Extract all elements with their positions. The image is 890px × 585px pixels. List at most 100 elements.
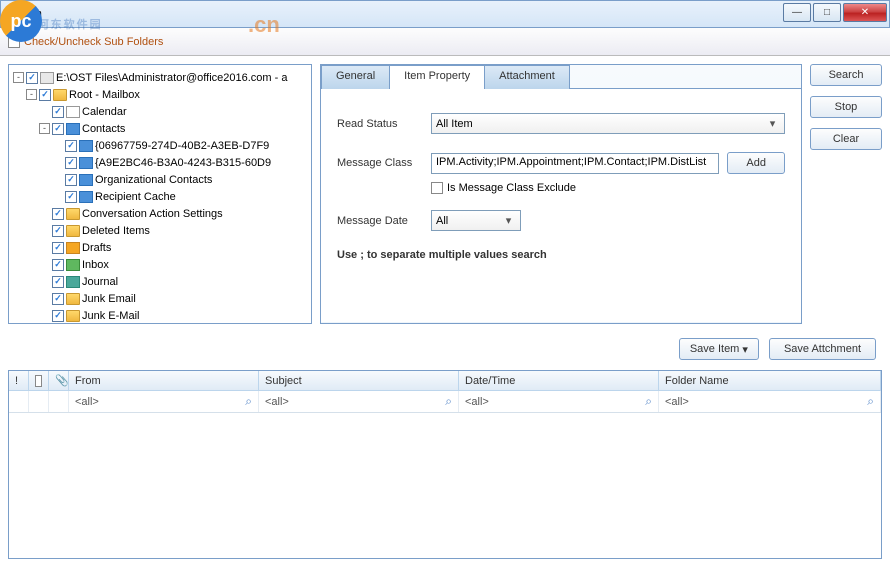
search-button[interactable]: Search	[810, 64, 882, 86]
tree-item[interactable]: -✓ E:\OST Files\Administrator@office2016.…	[13, 69, 307, 86]
toolbar: Check/Uncheck Sub Folders	[0, 28, 890, 56]
tree-label: {A9E2BC46-B3A0-4243-B315-60D9	[95, 157, 271, 169]
save-item-button[interactable]: Save Item ▾	[679, 338, 759, 360]
tree-checkbox[interactable]: ✓	[65, 174, 77, 186]
clear-button[interactable]: Clear	[810, 128, 882, 150]
hint-text: Use ; to separate multiple values search	[337, 249, 785, 261]
tree-checkbox[interactable]: ✓	[52, 106, 64, 118]
folder-icon	[66, 123, 80, 135]
folder-tree[interactable]: -✓E:\OST Files\Administrator@office2016.…	[8, 64, 312, 324]
col-from[interactable]: From	[69, 371, 259, 390]
folder-icon	[40, 72, 54, 84]
search-icon: ⌕	[445, 394, 452, 409]
filter-attach[interactable]	[49, 391, 69, 412]
tree-label: Deleted Items	[82, 225, 150, 237]
filter-importance[interactable]	[9, 391, 29, 412]
filter-doc[interactable]	[29, 391, 49, 412]
tree-item[interactable]: ✓ {A9E2BC46-B3A0-4243-B315-60D9	[13, 154, 307, 171]
tree-checkbox[interactable]: ✓	[52, 259, 64, 271]
tab-item-property[interactable]: Item Property	[389, 65, 485, 89]
search-icon: ⌕	[645, 394, 652, 409]
check-uncheck-label: Check/Uncheck Sub Folders	[24, 36, 163, 48]
tree-item[interactable]: ✓ Inbox	[13, 256, 307, 273]
col-attachment[interactable]: 📎	[49, 371, 69, 390]
folder-icon	[79, 157, 93, 169]
message-class-label: Message Class	[337, 157, 431, 169]
tab-general[interactable]: General	[321, 65, 390, 89]
add-button[interactable]: Add	[727, 152, 785, 174]
titlebar: Search — □ ✕	[0, 0, 890, 28]
results-grid[interactable]: ! 📎 From Subject Date/Time Folder Name <…	[8, 370, 882, 559]
tree-item[interactable]: ✓Recipient Cache	[13, 188, 307, 205]
chevron-down-icon: ▾	[501, 214, 516, 227]
tree-label: Inbox	[82, 259, 109, 271]
filter-from[interactable]: <all>⌕	[69, 391, 259, 412]
tree-label: Contacts	[82, 123, 125, 135]
maximize-button[interactable]: □	[813, 3, 841, 22]
tree-checkbox[interactable]: ✓	[65, 191, 77, 203]
tree-checkbox[interactable]: ✓	[26, 72, 38, 84]
col-subject[interactable]: Subject	[259, 371, 459, 390]
tree-checkbox[interactable]: ✓	[52, 242, 64, 254]
check-uncheck-checkbox[interactable]	[8, 36, 20, 48]
folder-icon	[66, 276, 80, 288]
col-folder[interactable]: Folder Name	[659, 371, 881, 390]
tree-label: E:\OST Files\Administrator@office2016.co…	[56, 72, 287, 84]
message-date-combo[interactable]: All ▾	[431, 210, 521, 231]
tree-checkbox[interactable]: ✓	[52, 276, 64, 288]
tree-checkbox[interactable]: ✓	[52, 225, 64, 237]
folder-icon	[66, 293, 80, 305]
col-date[interactable]: Date/Time	[459, 371, 659, 390]
window-title: Search	[7, 8, 42, 20]
tree-item[interactable]: ✓Drafts	[13, 239, 307, 256]
tree-label: Junk Email	[82, 293, 136, 305]
filter-date[interactable]: <all>⌕	[459, 391, 659, 412]
folder-icon	[79, 191, 93, 203]
tree-checkbox[interactable]: ✓	[65, 157, 77, 169]
folder-icon	[53, 89, 67, 101]
tree-checkbox[interactable]: ✓	[52, 208, 64, 220]
chevron-down-icon: ▾	[742, 343, 748, 356]
filter-subject[interactable]: <all>⌕	[259, 391, 459, 412]
chevron-down-icon: ▾	[765, 117, 780, 130]
col-importance[interactable]: !	[9, 371, 29, 390]
tree-checkbox[interactable]: ✓	[52, 310, 64, 322]
tree-item[interactable]: ✓ Deleted Items	[13, 222, 307, 239]
tree-checkbox[interactable]: ✓	[65, 140, 77, 152]
close-button[interactable]: ✕	[843, 3, 887, 22]
minimize-button[interactable]: —	[783, 3, 811, 22]
message-class-input[interactable]: IPM.Activity;IPM.Appointment;IPM.Contact…	[431, 153, 719, 174]
stop-button[interactable]: Stop	[810, 96, 882, 118]
filter-folder[interactable]: <all>⌕	[659, 391, 881, 412]
folder-icon	[66, 225, 80, 237]
tree-checkbox[interactable]: ✓	[52, 123, 64, 135]
tree-item[interactable]: ✓ Junk E-Mail	[13, 307, 307, 324]
tree-label: Conversation Action Settings	[82, 208, 223, 220]
message-date-label: Message Date	[337, 215, 431, 227]
search-icon: ⌕	[867, 394, 874, 409]
folder-icon	[79, 140, 93, 152]
tree-label: Junk E-Mail	[82, 310, 139, 322]
tree-label: {06967759-274D-40B2-A3EB-D7F9	[95, 140, 269, 152]
read-status-combo[interactable]: All Item ▾	[431, 113, 785, 134]
tree-item[interactable]: -✓ Contacts	[13, 120, 307, 137]
exclude-label: Is Message Class Exclude	[447, 182, 576, 194]
tree-item[interactable]: ✓Organizational Contacts	[13, 171, 307, 188]
tree-checkbox[interactable]: ✓	[52, 293, 64, 305]
expander-icon[interactable]: -	[39, 123, 50, 134]
paperclip-icon: 📎	[55, 374, 69, 387]
search-panel: General Item Property Attachment Read St…	[320, 64, 802, 324]
expander-icon[interactable]: -	[13, 72, 24, 83]
col-doc[interactable]	[29, 371, 49, 390]
tree-item[interactable]: ✓ {06967759-274D-40B2-A3EB-D7F9	[13, 137, 307, 154]
tree-item[interactable]: -✓Root - Mailbox	[13, 86, 307, 103]
tab-attachment[interactable]: Attachment	[484, 65, 570, 89]
tree-item[interactable]: ✓Calendar	[13, 103, 307, 120]
expander-icon[interactable]: -	[26, 89, 37, 100]
save-attachment-button[interactable]: Save Attchment	[769, 338, 876, 360]
tree-item[interactable]: ✓ Junk Email	[13, 290, 307, 307]
tree-item[interactable]: ✓Journal	[13, 273, 307, 290]
exclude-checkbox[interactable]	[431, 182, 443, 194]
tree-item[interactable]: ✓ Conversation Action Settings	[13, 205, 307, 222]
tree-checkbox[interactable]: ✓	[39, 89, 51, 101]
